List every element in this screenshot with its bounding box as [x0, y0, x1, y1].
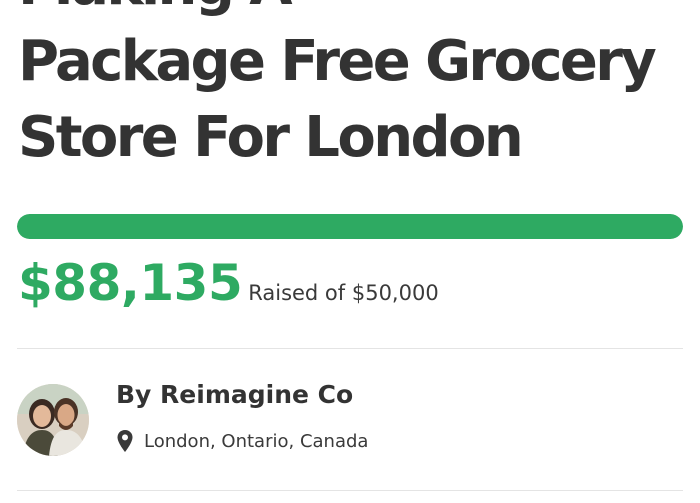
organizer-name[interactable]: By Reimagine Co: [116, 380, 353, 409]
goal-text: Raised of $50,000: [248, 281, 439, 305]
organizer-location: London, Ontario, Canada: [116, 428, 368, 454]
location-text: London, Ontario, Canada: [144, 430, 369, 452]
funding-progress-bar: [17, 214, 683, 239]
divider: [17, 348, 683, 349]
campaign-title-line-0: M​aking A: [18, 0, 688, 24]
amount-raised: $88,135: [18, 254, 243, 312]
campaign-title-line-1: Package Free Grocery: [18, 29, 657, 94]
campaign-title-line-2: Store For London: [18, 105, 524, 170]
divider: [17, 490, 683, 491]
map-pin-icon: [116, 429, 134, 453]
organizer-avatar[interactable]: [17, 384, 89, 456]
funding-progress-fill: [17, 214, 683, 239]
campaign-title: M​aking A Package Free Grocery Store For…: [18, 0, 688, 176]
funding-summary: $88,135 Raised of $50,000: [18, 254, 684, 324]
